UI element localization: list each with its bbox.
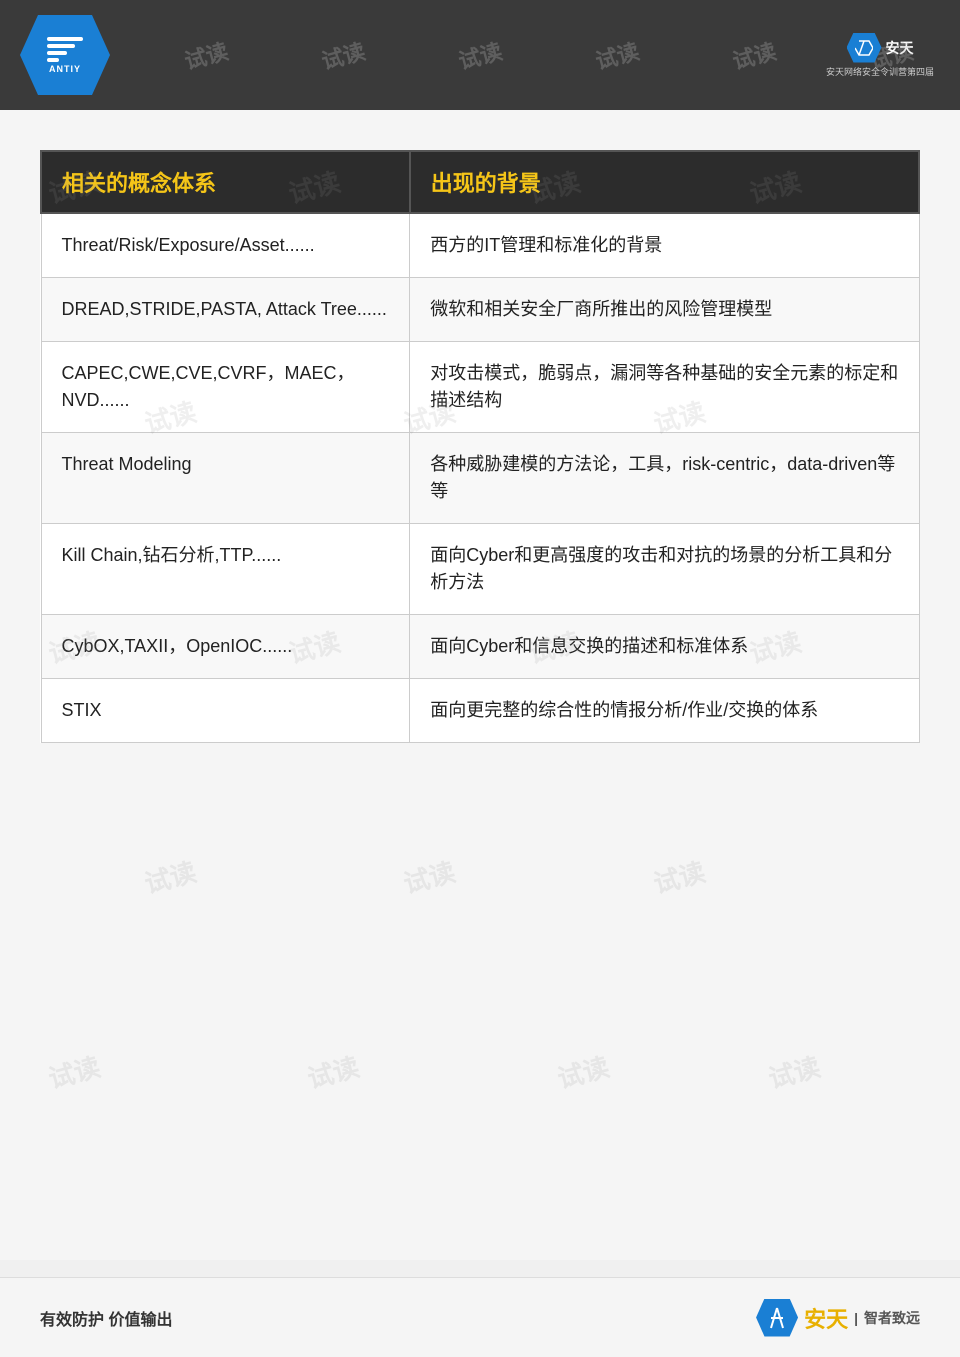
header-right-logo: 安天 安天网络安全令训营第四届 (820, 20, 940, 90)
footer-hex-icon (756, 1299, 798, 1337)
mwm-18: 试读 (764, 1047, 824, 1096)
header-company-name: 安天 (886, 38, 914, 58)
mwm-15: 试读 (44, 1047, 104, 1096)
table-cell-right-3: 各种威胁建模的方法论，工具，risk-centric，data-driven等等 (410, 433, 919, 524)
table-cell-right-6: 面向更完整的综合性的情报分析/作业/交换的体系 (410, 679, 919, 743)
table-row: CybOX,TAXII，OpenIOC......面向Cyber和信息交换的描述… (41, 615, 919, 679)
table-cell-right-2: 对攻击模式，脆弱点，漏洞等各种基础的安全元素的标定和描述结构 (410, 342, 919, 433)
header-watermarks: 试读 试读 试读 试读 试读 试读 试读 (0, 0, 960, 110)
watermark-2: 试读 (180, 34, 231, 76)
header-subtitle: 安天网络安全令训营第四届 (826, 65, 934, 78)
footer-logo-sub: | (854, 1310, 858, 1326)
watermark-5: 试读 (592, 34, 643, 76)
watermark-4: 试读 (455, 34, 506, 76)
mwm-12: 试读 (140, 851, 200, 900)
table-cell-left-4: Kill Chain,钻石分析,TTP...... (41, 524, 410, 615)
table-cell-left-1: DREAD,STRIDE,PASTA, Attack Tree...... (41, 278, 410, 342)
table-header-right: 出现的背景 (410, 151, 919, 213)
table-cell-right-5: 面向Cyber和信息交换的描述和标准体系 (410, 615, 919, 679)
table-row: Kill Chain,钻石分析,TTP......面向Cyber和更高强度的攻击… (41, 524, 919, 615)
mwm-14: 试读 (649, 851, 709, 900)
watermark-6: 试读 (729, 34, 780, 76)
table-cell-left-0: Threat/Risk/Exposure/Asset...... (41, 213, 410, 278)
table-row: DREAD,STRIDE,PASTA, Attack Tree......微软和… (41, 278, 919, 342)
concept-table: 相关的概念体系 出现的背景 Threat/Risk/Exposure/Asset… (40, 150, 920, 743)
table-cell-left-2: CAPEC,CWE,CVE,CVRF，MAEC，NVD...... (41, 342, 410, 433)
mwm-16: 试读 (303, 1047, 363, 1096)
footer-logo: 安天 | 智者致远 (756, 1299, 920, 1337)
table-cell-left-6: STIX (41, 679, 410, 743)
header-logo: ANTIY (20, 15, 110, 95)
table-header-left: 相关的概念体系 (41, 151, 410, 213)
footer-slogan: 有效防护 价值输出 (40, 1306, 172, 1330)
table-cell-left-3: Threat Modeling (41, 433, 410, 524)
table-cell-right-1: 微软和相关安全厂商所推出的风险管理模型 (410, 278, 919, 342)
mwm-17: 试读 (553, 1047, 613, 1096)
footer: 有效防护 价值输出 安天 | 智者致远 (0, 1277, 960, 1357)
table-row: Threat Modeling各种威胁建模的方法论，工具，risk-centri… (41, 433, 919, 524)
watermark-3: 试读 (317, 34, 368, 76)
header: 试读 试读 试读 试读 试读 试读 试读 ANTIY (0, 0, 960, 110)
table-row: Threat/Risk/Exposure/Asset......西方的IT管理和… (41, 213, 919, 278)
table-row: STIX面向更完整的综合性的情报分析/作业/交换的体系 (41, 679, 919, 743)
table-row: CAPEC,CWE,CVE,CVRF，MAEC，NVD......对攻击模式，脆… (41, 342, 919, 433)
table-cell-left-5: CybOX,TAXII，OpenIOC...... (41, 615, 410, 679)
footer-logo-main: 安天 (804, 1302, 848, 1334)
main-content: 试读 试读 试读 试读 试读 试读 试读 试读 试读 试读 试读 试读 试读 试… (0, 110, 960, 1260)
antiy-small-hex (847, 33, 882, 63)
mwm-13: 试读 (399, 851, 459, 900)
logo-label: ANTIY (49, 64, 81, 74)
table-cell-right-4: 面向Cyber和更高强度的攻击和对抗的场景的分析工具和分析方法 (410, 524, 919, 615)
table-cell-right-0: 西方的IT管理和标准化的背景 (410, 213, 919, 278)
footer-logo-subtitle: 智者致远 (864, 1308, 920, 1328)
